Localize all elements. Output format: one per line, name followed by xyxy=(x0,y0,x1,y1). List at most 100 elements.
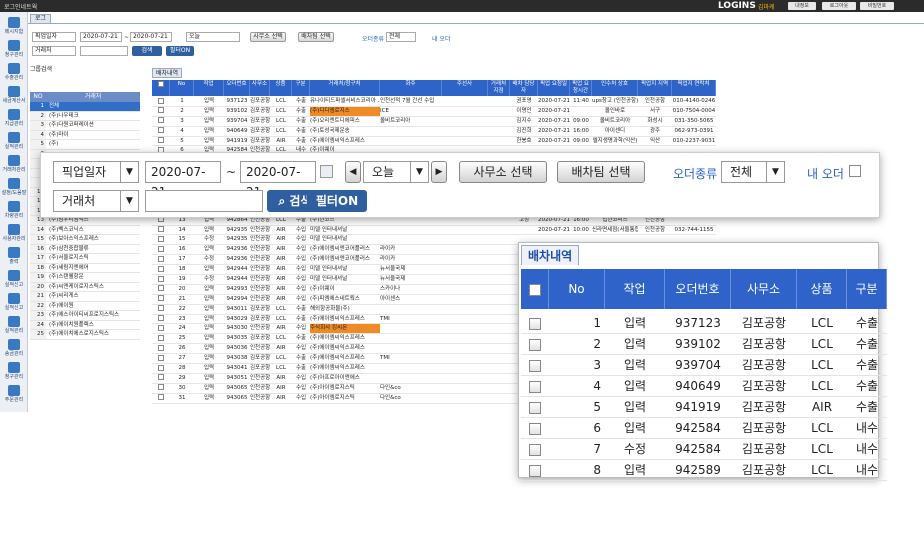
customer-list-item[interactable]: 18 (주)세림지엔에어 xyxy=(30,263,140,273)
row-checkbox-cell[interactable] xyxy=(152,265,170,274)
zoom-row-checkbox-cell[interactable] xyxy=(521,313,549,333)
password-button[interactable]: 비밀번호 xyxy=(860,2,894,10)
zoom-period-select[interactable]: 오늘 ▼ xyxy=(363,161,429,183)
customer-list-item[interactable]: 2 (주)나우테크 xyxy=(30,111,140,121)
date-to-input[interactable]: 2020-07-21 xyxy=(130,32,172,42)
grid-cell xyxy=(442,107,488,116)
customer-list-item[interactable]: 3 (주)다원코퍼레이션 xyxy=(30,121,140,131)
my-info-button[interactable]: 내정보 xyxy=(788,2,816,10)
customer-list-item[interactable]: 23 (주)에스아이티씨프로지스틱스 xyxy=(30,311,140,321)
zoom-table-row[interactable]: 2 입력 939102 김포공항 LCL 수출 xyxy=(521,334,887,355)
grid-row[interactable]: 4 입력 940649 김포공항 LCL 수출 (주)토성국제운송 김진희 2020-07-21… xyxy=(152,127,716,137)
zoom-row-checkbox-cell[interactable] xyxy=(521,376,549,396)
row-checkbox-cell[interactable] xyxy=(152,107,170,116)
zoom-row-checkbox-cell[interactable] xyxy=(521,334,549,354)
row-checkbox-cell[interactable] xyxy=(152,127,170,136)
row-checkbox-cell[interactable] xyxy=(152,226,170,235)
customer-list-item[interactable]: 15 (주)보아스익스프레스 xyxy=(30,235,140,245)
zoom-row-checkbox-cell[interactable] xyxy=(521,355,549,375)
zoom-tab-dispatch[interactable]: 배차내역 xyxy=(521,245,580,265)
header-checkbox-cell[interactable] xyxy=(152,80,170,96)
team-select-button[interactable]: 배차팀 선택 xyxy=(298,32,334,42)
zoom-team-select-button[interactable]: 배차팀 선택 xyxy=(557,161,645,183)
grid-row[interactable]: 1 입력 937123 김포공항 LCL 수출 유나이티드파셀서비스코리아 ... 인천선적 … xyxy=(152,97,716,107)
zoom-row-checkbox-cell[interactable] xyxy=(521,439,549,459)
period-next-button[interactable]: ▶ xyxy=(431,161,447,183)
customer-list-item[interactable]: 25 (주)에이치에스로지스틱스 xyxy=(30,330,140,340)
row-checkbox-cell[interactable] xyxy=(152,97,170,106)
grid-row[interactable]: 5 입력 941919 김포공항 AIR 수출 (주)에이엠씨익스프레스 한봉호 2020-07… xyxy=(152,137,716,147)
row-checkbox-cell[interactable] xyxy=(152,354,170,363)
row-checkbox-cell[interactable] xyxy=(152,364,170,373)
zoom-customer-input[interactable] xyxy=(145,190,263,212)
grid-cell: 수정 xyxy=(203,256,215,263)
row-checkbox-cell[interactable] xyxy=(152,334,170,343)
zoom-date-to-input[interactable]: 2020-07-21 xyxy=(240,161,316,199)
zoom-date-from-input[interactable]: 2020-07-21 xyxy=(145,161,221,199)
zoom-header-checkbox-cell[interactable] xyxy=(521,269,549,309)
zoom-customer-type-select[interactable]: 거래처 ▼ xyxy=(53,190,139,212)
grid-row[interactable]: 2 입력 939102 김포공항 LCL 수출 (주)디디엠로지스 ICE 이명인 2020-07… xyxy=(152,106,716,117)
row-checkbox-cell[interactable] xyxy=(152,245,170,254)
grid-cell: 939102 xyxy=(226,107,248,114)
customer-list-item[interactable]: 17 (주)서울로지스틱 xyxy=(30,254,140,264)
row-checkbox-cell[interactable] xyxy=(152,384,170,393)
search-button[interactable]: 검색 xyxy=(132,46,162,56)
zoom-order-type-select[interactable]: 전체 ▼ xyxy=(721,161,785,183)
logout-button[interactable]: 로그아웃 xyxy=(822,2,856,10)
my-order-checkbox[interactable] xyxy=(849,165,861,177)
tab-log[interactable]: 로그 xyxy=(30,14,52,24)
zoom-table-row[interactable]: 3 입력 939704 김포공항 LCL 수출 xyxy=(521,355,887,376)
row-checkbox-cell[interactable] xyxy=(152,305,170,314)
period-prev-button[interactable]: ◀ xyxy=(345,161,361,183)
date-type-select[interactable]: 픽업일자 xyxy=(32,32,76,42)
row-checkbox-cell[interactable] xyxy=(152,255,170,264)
grid-row[interactable]: 3 입력 939704 김포공항 LCL 수출 (주)오리엔트디에피스 올비트코리아 김지수 20… xyxy=(152,117,716,127)
row-checkbox-cell[interactable] xyxy=(152,275,170,284)
zoom-table-row[interactable]: 1 입력 937123 김포공항 LCL 수출 xyxy=(521,313,887,334)
zoom-table-row[interactable]: 7 수정 942584 김포공항 LCL 내수 xyxy=(521,439,887,460)
filter-on-button[interactable]: 필터ON xyxy=(166,46,194,56)
grid-row[interactable]: 14 입력 942935 인천공항 AIR 수입 미델 인터내셔널 2020-07-21 10:… xyxy=(152,226,716,236)
nav-item[interactable]: 주문관리 xyxy=(1,382,27,412)
zoom-table-row[interactable]: 6 입력 942584 김포공항 LCL 내수 xyxy=(521,418,887,439)
row-checkbox-cell[interactable] xyxy=(152,137,170,146)
zoom-office-select-button[interactable]: 사무소 선택 xyxy=(459,161,547,183)
customer-type-select[interactable]: 거래처 xyxy=(32,46,76,56)
row-checkbox-cell[interactable] xyxy=(152,394,170,403)
customer-list-item[interactable]: 16 (주)삼천중합물류 xyxy=(30,244,140,254)
office-select-button[interactable]: 사무소 선택 xyxy=(250,32,286,42)
row-checkbox-cell[interactable] xyxy=(152,295,170,304)
row-checkbox-cell[interactable] xyxy=(152,374,170,383)
customer-list-item[interactable]: 4 (주)마이 xyxy=(30,130,140,140)
customer-input[interactable] xyxy=(80,46,128,56)
row-checkbox-cell[interactable] xyxy=(152,117,170,126)
customer-list-item[interactable]: 24 (주)에이치원플렉스 xyxy=(30,320,140,330)
row-checkbox-cell[interactable] xyxy=(152,324,170,333)
customer-list-item[interactable]: 20 (주)씨엔케이로지스틱스 xyxy=(30,282,140,292)
row-checkbox-cell[interactable] xyxy=(152,315,170,324)
row-checkbox-cell[interactable] xyxy=(152,344,170,353)
zoom-row-checkbox-cell[interactable] xyxy=(521,460,549,480)
grid-cell xyxy=(442,275,488,284)
zoom-row-checkbox-cell[interactable] xyxy=(521,397,549,417)
customer-list-item[interactable]: 1 전체 xyxy=(30,102,140,112)
zoom-table-row[interactable]: 5 입력 941919 김포공항 AIR 수출 xyxy=(521,397,887,418)
customer-list-item[interactable]: 14 (주)벡스코닉스 xyxy=(30,225,140,235)
zoom-table-row[interactable]: 8 입력 942589 김포공항 LCL 내수 xyxy=(521,460,887,481)
customer-list-item[interactable]: 5 (주) xyxy=(30,140,140,150)
grid-cell: 17 xyxy=(178,256,186,263)
row-checkbox-cell[interactable] xyxy=(152,235,170,244)
period-select[interactable]: 오늘 xyxy=(186,32,240,42)
zoom-filter-on-button[interactable]: 필터ON xyxy=(307,190,367,212)
zoom-date-type-select[interactable]: 픽업일자 ▼ xyxy=(53,161,139,183)
calendar-icon[interactable] xyxy=(320,165,333,178)
customer-list-item[interactable]: 22 (주)에이원 xyxy=(30,301,140,311)
zoom-row-checkbox-cell[interactable] xyxy=(521,418,549,438)
date-from-input[interactable]: 2020-07-21 xyxy=(80,32,122,42)
customer-list-item[interactable]: 21 (주)씨리게스 xyxy=(30,292,140,302)
customer-list-item[interactable]: 19 (주)스탠웰항운 xyxy=(30,273,140,283)
order-type-select[interactable]: 전체 xyxy=(386,32,416,42)
row-checkbox-cell[interactable] xyxy=(152,285,170,294)
zoom-table-row[interactable]: 4 입력 940649 김포공항 LCL 수출 xyxy=(521,376,887,397)
